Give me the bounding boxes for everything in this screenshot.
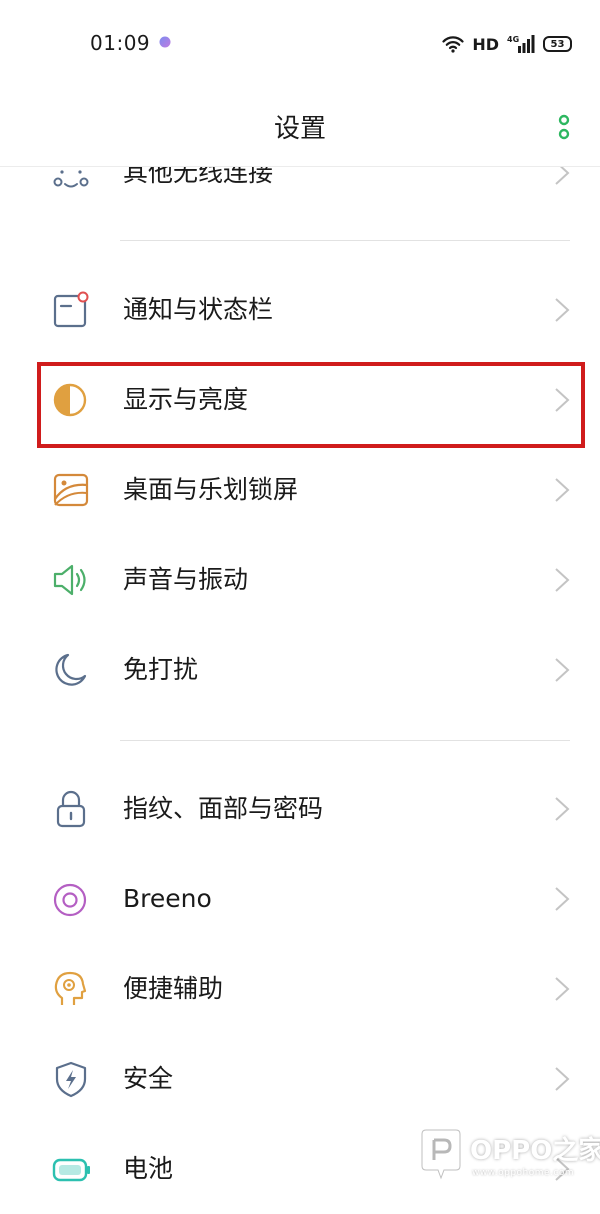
page-title: 设置 (273, 114, 326, 144)
chevron-right-icon (555, 388, 570, 412)
chevron-right-icon (555, 797, 570, 821)
breeno-icon (53, 883, 87, 917)
moon-icon (55, 653, 87, 686)
chevron-right-icon (555, 568, 570, 592)
settings-item-label: 便捷辅助 (123, 974, 224, 1003)
settings-item-label: Breeno (123, 884, 212, 913)
display-brightness-icon (53, 383, 87, 417)
title-bar: 设置 (0, 88, 600, 167)
settings-item-label: 通知与状态栏 (123, 295, 274, 324)
chevron-right-icon (555, 658, 570, 682)
battery-setting-icon (52, 1158, 90, 1182)
watermark-name: OPPO之家 (470, 1136, 600, 1166)
settings-item-wallpaper-lockscreen[interactable]: 桌面与乐划锁屏 (0, 445, 600, 535)
settings-item-label: 安全 (123, 1064, 174, 1093)
watermark-url: www.oppohome.com (472, 1168, 575, 1178)
settings-item-fingerprint-face-password[interactable]: 指纹、面部与密码 (0, 764, 600, 854)
section-divider (120, 240, 570, 241)
more-vertical-icon[interactable] (556, 114, 572, 142)
speaker-icon (53, 564, 86, 596)
settings-item-assistive[interactable]: 便捷辅助 (0, 944, 600, 1034)
settings-item-sound-vibration[interactable]: 声音与振动 (0, 535, 600, 625)
chevron-right-icon (555, 298, 570, 322)
assistive-head-icon (54, 971, 87, 1005)
battery-level: 53 (550, 38, 565, 50)
wifi-icon (442, 36, 464, 53)
oppo-home-logo-icon (421, 1129, 461, 1180)
status-indicators: HD 4G 53 (442, 30, 572, 58)
settings-item-do-not-disturb[interactable]: 免打扰 (0, 625, 600, 715)
chevron-right-icon (555, 977, 570, 1001)
watermark: OPPO之家 www.oppohome.com (418, 1122, 600, 1192)
settings-item-security[interactable]: 安全 (0, 1034, 600, 1124)
settings-item-label: 电池 (123, 1154, 174, 1183)
signal-icon: 4G (507, 35, 535, 53)
signal-type-label: 4G (507, 35, 519, 44)
hd-label: HD (472, 34, 499, 54)
chevron-right-icon (555, 478, 570, 502)
settings-item-label: 桌面与乐划锁屏 (123, 475, 299, 504)
battery-icon: 53 (543, 36, 572, 52)
settings-item-breeno[interactable]: Breeno (0, 854, 600, 944)
wallpaper-icon (53, 473, 89, 507)
chevron-right-icon (555, 887, 570, 911)
settings-item-label: 免打扰 (123, 655, 199, 684)
notification-icon (53, 291, 89, 328)
settings-item-label: 指纹、面部与密码 (123, 794, 324, 823)
chevron-right-icon (555, 1067, 570, 1091)
status-bar: 01:09 HD 4G 53 (0, 0, 600, 88)
section-divider (120, 740, 570, 741)
lock-icon (56, 790, 86, 828)
settings-item-label: 显示与亮度 (123, 385, 249, 414)
shield-icon (55, 1061, 87, 1098)
settings-item-notifications[interactable]: 通知与状态栏 (0, 265, 600, 355)
settings-item-label: 声音与振动 (123, 565, 249, 594)
status-time: 01:09 (90, 31, 151, 55)
assistant-dot-icon (159, 36, 171, 48)
settings-item-display-brightness[interactable]: 显示与亮度 (0, 355, 600, 445)
